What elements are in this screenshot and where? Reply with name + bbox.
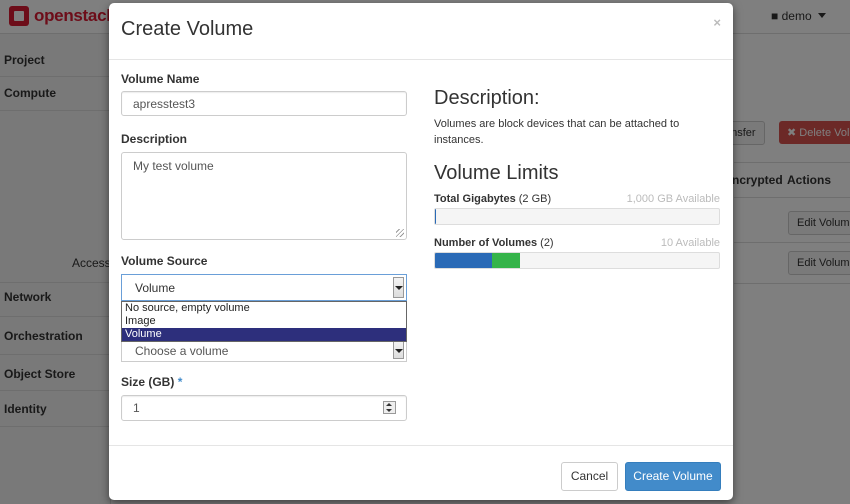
- description-help-text: Volumes are block devices that can be at…: [434, 118, 680, 146]
- quota-added-bar: [491, 253, 521, 268]
- close-icon[interactable]: ×: [713, 15, 721, 30]
- description-heading: Description:: [434, 87, 540, 109]
- modal-title: Create Volume: [121, 18, 254, 40]
- quota-gigabytes-available: 1,000 GB Available: [626, 193, 720, 205]
- resize-handle-icon[interactable]: [396, 229, 404, 237]
- cancel-button[interactable]: Cancel: [561, 462, 618, 491]
- chevron-down-icon[interactable]: [393, 340, 404, 359]
- modal-footer: Cancel Create Volume: [109, 445, 733, 501]
- option-image[interactable]: Image: [122, 315, 406, 328]
- quota-volumes-available: 10 Available: [660, 237, 720, 249]
- volume-limits-heading: Volume Limits: [434, 162, 559, 184]
- quota-volumes-usage: (2): [540, 237, 554, 249]
- quota-gigabytes-label: Total Gigabytes (2 GB): [434, 193, 551, 205]
- use-volume-placeholder: Choose a volume: [135, 344, 229, 358]
- quota-gigabytes-name: Total Gigabytes: [434, 193, 516, 205]
- chevron-down-icon[interactable]: [393, 277, 404, 298]
- required-mark: *: [177, 375, 183, 389]
- volume-source-select[interactable]: Volume: [121, 274, 407, 301]
- quota-volumes-progress: [434, 252, 720, 269]
- create-volume-modal: Create Volume × Volume Name apresstest3 …: [109, 3, 733, 500]
- description-label: Description: [121, 132, 188, 146]
- quota-volumes-label: Number of Volumes (2): [434, 237, 554, 249]
- quota-volumes-name: Number of Volumes: [434, 237, 538, 249]
- volume-source-label: Volume Source: [121, 254, 208, 268]
- create-volume-button[interactable]: Create Volume: [625, 462, 721, 491]
- size-label-text: Size (GB): [121, 375, 175, 389]
- volume-name-label: Volume Name: [121, 72, 200, 86]
- size-label: Size (GB) *: [121, 375, 182, 389]
- modal-header: Create Volume ×: [109, 3, 733, 60]
- quota-used-bar: [435, 209, 436, 224]
- volume-source-selected: Volume: [135, 281, 176, 295]
- description-field[interactable]: My test volume: [121, 152, 407, 240]
- volume-source-dropdown: No source, empty volume Image Volume: [121, 301, 407, 342]
- option-volume[interactable]: Volume: [122, 328, 406, 341]
- description-text: My test volume: [133, 159, 214, 173]
- size-value: 1: [133, 401, 140, 415]
- quota-gigabytes-usage: (2 GB): [518, 193, 552, 205]
- option-empty-volume[interactable]: No source, empty volume: [122, 302, 406, 315]
- number-spinner-icon[interactable]: [383, 401, 396, 414]
- size-field[interactable]: 1: [121, 395, 407, 421]
- quota-gigabytes-progress: [434, 208, 720, 225]
- volume-name-field[interactable]: apresstest3: [121, 91, 407, 116]
- quota-used-bar: [435, 253, 492, 268]
